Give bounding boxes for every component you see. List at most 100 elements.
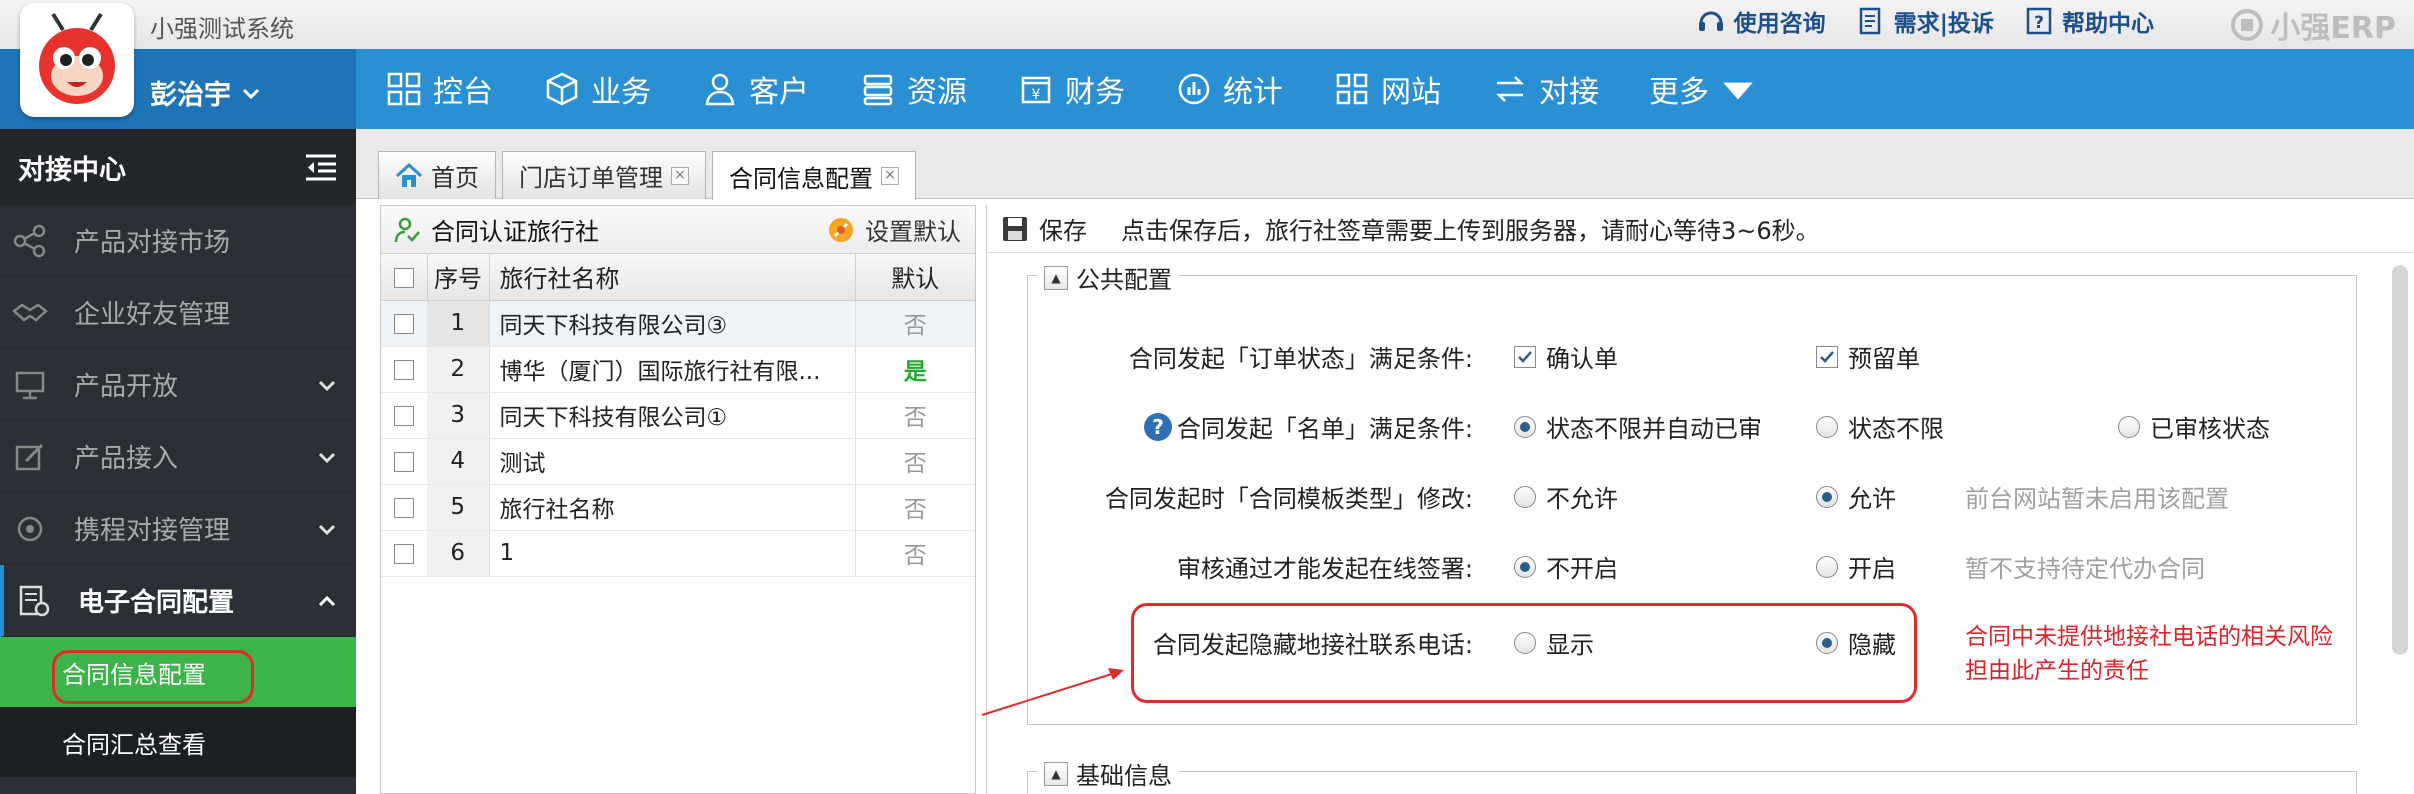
- close-icon[interactable]: ×: [671, 166, 689, 185]
- radio-selected[interactable]: [1514, 415, 1536, 438]
- row-agency-name: 博华（厦门）国际旅行社有限...: [489, 346, 856, 393]
- question-icon: ?: [2026, 7, 2052, 35]
- consult-link-label: 使用咨询: [1733, 11, 1826, 37]
- help-link[interactable]: ? 帮助中心: [2024, 4, 2154, 38]
- nav-item-finance[interactable]: ¥ 财务: [1017, 49, 1153, 129]
- nav-label: 业务: [591, 75, 651, 110]
- option-disable[interactable]: 不开启: [1514, 549, 1618, 584]
- row-checkbox[interactable]: [394, 543, 414, 564]
- option-approved-status[interactable]: 已审核状态: [2118, 409, 2270, 444]
- collapse-up-icon[interactable]: ▲: [1044, 265, 1068, 290]
- table-row[interactable]: 2 博华（厦门）国际旅行社有限... 是: [381, 346, 975, 393]
- nav-item-website[interactable]: 网站: [1333, 49, 1469, 129]
- sidebar-subitem-contract-summary[interactable]: 合同汇总查看: [0, 707, 356, 777]
- radio-unselected[interactable]: [1514, 485, 1536, 508]
- option-any-auto-approved[interactable]: 状态不限并自动已审: [1514, 409, 1762, 444]
- feedback-link[interactable]: 需求|投诉: [1856, 4, 1994, 38]
- system-title: 小强测试系统: [150, 15, 294, 43]
- nav-item-dashboard[interactable]: 控台: [385, 49, 521, 129]
- config-row-order-status: 合同发起「订单状态」满足条件: 确认单 预留单: [1028, 334, 2358, 374]
- exchange-icon: [1495, 76, 1525, 102]
- table-row[interactable]: 3 同天下科技有限公司① 否: [381, 392, 975, 439]
- radio-unselected[interactable]: [1816, 415, 1838, 438]
- tab-label: 门店订单管理: [519, 164, 663, 192]
- nav-item-customer[interactable]: 客户: [701, 49, 837, 129]
- row-checkbox-cell[interactable]: [381, 438, 427, 485]
- sidebar-item-partner[interactable]: 企业好友管理: [0, 277, 356, 349]
- col-header-name: 旅行社名称: [489, 254, 856, 301]
- checkbox-checked[interactable]: [1514, 345, 1536, 368]
- set-default-icon: [829, 217, 853, 242]
- row-checkbox[interactable]: [394, 451, 414, 472]
- row-checkbox-cell[interactable]: [381, 392, 427, 439]
- help-link-label: 帮助中心: [2062, 11, 2154, 37]
- row-default: 是: [855, 346, 975, 393]
- option-allow[interactable]: 允许: [1816, 479, 1896, 514]
- nav-label: 网站: [1381, 75, 1441, 110]
- nav-item-more[interactable]: 更多: [1649, 49, 1785, 129]
- radio-unselected[interactable]: [2118, 415, 2140, 438]
- sidebar-item-ctrip[interactable]: 携程对接管理: [0, 493, 356, 565]
- option-reserve-order[interactable]: 预留单: [1816, 339, 1920, 374]
- set-default-button[interactable]: 设置默认: [827, 212, 961, 247]
- row-default: 否: [855, 300, 975, 347]
- nav-item-resource[interactable]: 资源: [859, 49, 995, 129]
- tab-contract-info[interactable]: 合同信息配置 ×: [712, 151, 916, 200]
- table-row[interactable]: 5 旅行社名称 否: [381, 484, 975, 531]
- table-row[interactable]: 4 测试 否: [381, 438, 975, 485]
- close-icon[interactable]: ×: [881, 167, 899, 185]
- row-index: 3: [427, 392, 490, 439]
- row-default: 否: [855, 530, 975, 577]
- collapse-menu-icon[interactable]: [304, 152, 338, 182]
- sidebar-item-product-open[interactable]: 产品开放: [0, 349, 356, 421]
- feedback-link-label: 需求|投诉: [1893, 11, 1994, 37]
- chevron-up-icon: [318, 595, 336, 606]
- sidebar-item-product-market[interactable]: 产品对接市场: [0, 205, 356, 277]
- row-checkbox-cell[interactable]: [381, 346, 427, 393]
- row-checkbox[interactable]: [394, 405, 414, 426]
- table-row[interactable]: 6 1 否: [381, 530, 975, 577]
- nav-label: 控台: [433, 75, 493, 110]
- select-all-checkbox[interactable]: [393, 267, 414, 288]
- save-button[interactable]: 保存: [1001, 211, 1087, 246]
- user-menu[interactable]: 彭治宇: [150, 73, 261, 112]
- link-icon: [17, 516, 43, 541]
- nav-item-integration[interactable]: 对接: [1491, 49, 1627, 129]
- row-checkbox[interactable]: [394, 313, 414, 334]
- sidebar-item-product-access[interactable]: 产品接入: [0, 421, 356, 493]
- vertical-scrollbar[interactable]: [2392, 265, 2408, 655]
- menu-label: 电子合同配置: [78, 588, 235, 618]
- menu-label: 产品对接市场: [74, 228, 231, 258]
- submenu-label: 合同汇总查看: [62, 730, 206, 759]
- option-any-status[interactable]: 状态不限: [1816, 409, 1944, 444]
- tab-store-orders[interactable]: 门店订单管理 ×: [502, 151, 706, 199]
- radio-selected[interactable]: [1514, 555, 1536, 578]
- risk-warning-line: 合同中未提供地接社电话的相关风险: [1965, 624, 2333, 650]
- row-checkbox-cell[interactable]: [381, 300, 427, 347]
- svg-text:¥: ¥: [1032, 87, 1041, 103]
- option-not-allow[interactable]: 不允许: [1514, 479, 1618, 514]
- collapse-up-icon[interactable]: ▲: [1044, 761, 1068, 786]
- row-checkbox[interactable]: [394, 359, 414, 380]
- option-enable[interactable]: 开启: [1816, 549, 1896, 584]
- select-all-header[interactable]: [381, 254, 428, 301]
- tab-home[interactable]: 首页: [378, 151, 496, 199]
- basic-info-legend: ▲ 基础信息: [1038, 756, 1178, 791]
- menu-label: 产品开放: [74, 372, 179, 402]
- row-checkbox-cell[interactable]: [381, 484, 427, 531]
- row-checkbox-cell[interactable]: [381, 530, 427, 577]
- help-circle-icon[interactable]: ?: [1143, 412, 1173, 442]
- radio-unselected[interactable]: [1816, 555, 1838, 578]
- radio-selected[interactable]: [1816, 485, 1838, 508]
- nav-item-business[interactable]: 业务: [543, 49, 679, 129]
- table-row[interactable]: 1 同天下科技有限公司③ 否: [381, 300, 975, 347]
- consult-link[interactable]: 使用咨询: [1696, 4, 1826, 38]
- sidebar-item-e-contract[interactable]: 电子合同配置: [0, 565, 356, 637]
- grid-icon: [1336, 73, 1368, 105]
- option-confirm-order[interactable]: 确认单: [1514, 339, 1618, 374]
- user-check-icon: [394, 217, 420, 242]
- main-nav: 彭治宇 控台 业务 客户 资源 ¥ 财务 统计 网站 对接 更多: [0, 49, 2414, 129]
- checkbox-checked[interactable]: [1816, 345, 1838, 368]
- nav-item-statistics[interactable]: 统计: [1175, 49, 1311, 129]
- row-checkbox[interactable]: [394, 497, 414, 518]
